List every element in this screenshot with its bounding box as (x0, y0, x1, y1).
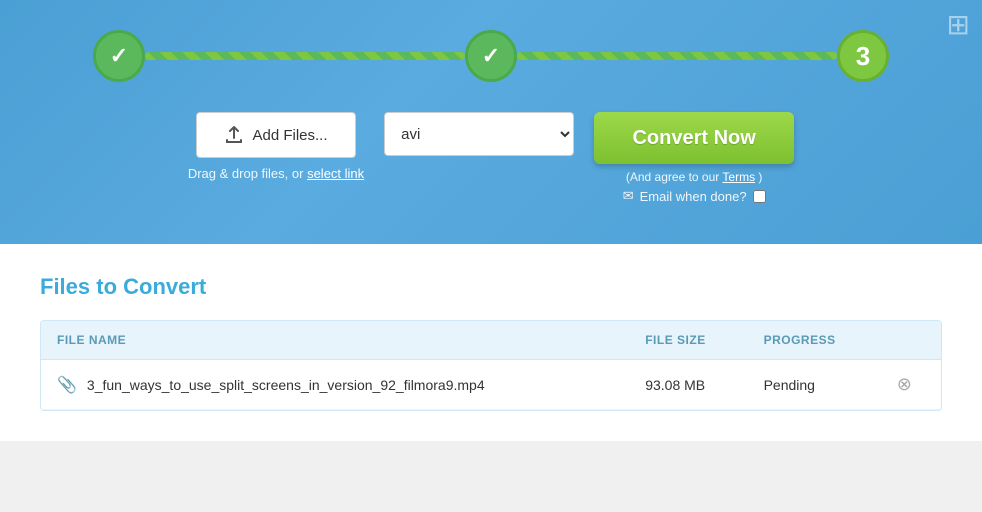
table-row: 📎 3_fun_ways_to_use_split_screens_in_ver… (41, 360, 941, 410)
step-3-number: 3 (856, 41, 870, 72)
files-table-body: 📎 3_fun_ways_to_use_split_screens_in_ver… (41, 360, 941, 410)
agree-text: (And agree to our Terms ) (626, 170, 763, 184)
add-files-button[interactable]: Add Files... (196, 112, 356, 158)
file-name-cell: 📎 3_fun_ways_to_use_split_screens_in_ver… (41, 360, 629, 410)
file-size-text: 93.08 MB (645, 377, 705, 393)
header-row: FILE NAME FILE SIZE PROGRESS (41, 321, 941, 360)
convert-now-button[interactable]: Convert Now (594, 112, 794, 164)
email-checkbox[interactable] (753, 190, 766, 203)
upload-icon (224, 125, 244, 145)
email-label: Email when done? (640, 189, 747, 204)
col-header-file-name: FILE NAME (41, 321, 629, 360)
format-select[interactable]: avi mp4 mkv mov wmv flv webm (384, 112, 574, 156)
files-title-colored: Convert (123, 274, 206, 299)
progress-cell: Pending (748, 360, 881, 410)
step-line-2 (517, 52, 837, 60)
corner-icon: ⊞ (947, 8, 970, 41)
step-2-circle: ✓ (465, 30, 517, 82)
col-header-file-size: FILE SIZE (629, 321, 747, 360)
file-name-text: 3_fun_ways_to_use_split_screens_in_versi… (87, 377, 485, 393)
files-table-container: FILE NAME FILE SIZE PROGRESS 📎 3_fun_way… (40, 320, 942, 411)
top-section: ⊞ ✓ ✓ 3 Add Files... Drag & drop files (0, 0, 982, 244)
paperclip-icon: 📎 (57, 375, 77, 395)
file-size-cell: 93.08 MB (629, 360, 747, 410)
action-row: Add Files... Drag & drop files, or selec… (60, 112, 922, 204)
remove-file-button[interactable]: ⊗ (897, 374, 912, 395)
files-table: FILE NAME FILE SIZE PROGRESS 📎 3_fun_way… (41, 321, 941, 410)
remove-icon: ⊗ (897, 374, 912, 395)
add-files-label: Add Files... (252, 127, 327, 144)
progress-text: Pending (764, 377, 815, 393)
select-link[interactable]: select link (307, 166, 364, 181)
col-header-progress: PROGRESS (748, 321, 881, 360)
step-line-1 (145, 52, 465, 60)
step-1-circle: ✓ (93, 30, 145, 82)
action-cell: ⊗ (881, 360, 941, 410)
files-title: Files to Convert (40, 274, 942, 300)
drag-drop-text: Drag & drop files, or select link (188, 166, 364, 181)
steps-row: ✓ ✓ 3 (60, 30, 922, 82)
convert-now-label: Convert Now (632, 127, 755, 149)
files-table-header: FILE NAME FILE SIZE PROGRESS (41, 321, 941, 360)
step-2-checkmark: ✓ (482, 43, 500, 69)
bottom-section: Files to Convert FILE NAME FILE SIZE PRO… (0, 244, 982, 441)
email-row: ✉ Email when done? (623, 188, 766, 204)
envelope-icon: ✉ (623, 188, 634, 204)
step-3-circle: 3 (837, 30, 889, 82)
add-files-column: Add Files... Drag & drop files, or selec… (188, 112, 364, 181)
convert-column: Convert Now (And agree to our Terms ) ✉ … (594, 112, 794, 204)
terms-link[interactable]: Terms (722, 170, 755, 184)
col-header-actions (881, 321, 941, 360)
files-title-prefix: Files to (40, 274, 123, 299)
step-1-checkmark: ✓ (110, 43, 128, 69)
